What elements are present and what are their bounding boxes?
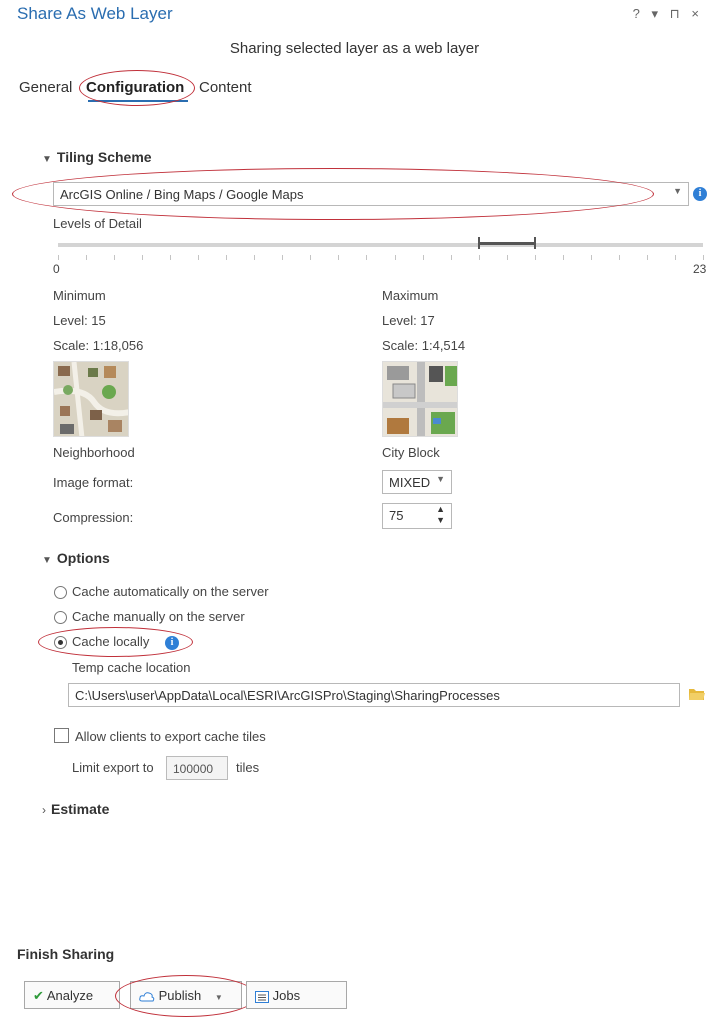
minimum-scale: Scale: 1:18,056 xyxy=(53,338,144,353)
options-label: Options xyxy=(56,550,110,566)
slider-tick xyxy=(310,255,312,260)
tiling-scheme-select[interactable]: ArcGIS Online / Bing Maps / Google Maps … xyxy=(53,182,689,206)
tiling-scheme-label: Tiling Scheme xyxy=(56,149,152,165)
list-icon xyxy=(255,988,273,1003)
slider-tick xyxy=(86,255,88,260)
lod-slider-max-handle[interactable] xyxy=(533,237,536,249)
slider-tick xyxy=(282,255,284,260)
slider-tick xyxy=(226,255,228,260)
info-icon[interactable]: i xyxy=(165,636,179,650)
jobs-label: Jobs xyxy=(272,988,301,1003)
slider-tick xyxy=(534,255,536,260)
finish-sharing-heading: Finish Sharing xyxy=(17,946,115,962)
window-title: Share As Web Layer xyxy=(17,4,173,23)
slider-tick xyxy=(590,255,592,260)
tab-configuration[interactable]: Configuration xyxy=(86,79,184,96)
maximum-header: Maximum xyxy=(382,288,439,303)
estimate-header[interactable]: › Estimate xyxy=(42,801,109,817)
slider-tick xyxy=(506,255,508,260)
maximum-level: Level: 17 xyxy=(382,313,435,328)
tiling-scheme-value: ArcGIS Online / Bing Maps / Google Maps xyxy=(60,187,304,202)
chevron-down-icon: ▼ xyxy=(42,154,52,165)
options-header[interactable]: ▼ Options xyxy=(42,550,110,566)
compression-label: Compression: xyxy=(53,510,134,525)
limit-export-input[interactable]: 100000 xyxy=(166,756,228,780)
chevron-down-icon: ▼ xyxy=(436,474,445,484)
slider-tick xyxy=(170,255,172,260)
slider-tick xyxy=(142,255,144,260)
slider-max-label: 23 xyxy=(693,262,707,276)
radio-cache-manual-label[interactable]: Cache manually on the server xyxy=(72,609,245,624)
chevron-right-icon: › xyxy=(42,803,46,817)
slider-tick xyxy=(422,255,424,260)
neighborhood-thumbnail xyxy=(53,361,129,437)
slider-tick xyxy=(366,255,368,260)
slider-tick xyxy=(58,255,59,260)
allow-export-checkbox[interactable] xyxy=(54,728,69,743)
levels-of-detail-label: Levels of Detail xyxy=(53,216,142,231)
lod-slider-track[interactable] xyxy=(58,243,703,247)
maximum-scale: Scale: 1:4,514 xyxy=(382,338,466,353)
image-format-select[interactable]: MIXED ▼ xyxy=(382,470,452,494)
slider-tick xyxy=(674,255,676,260)
radio-cache-locally-label[interactable]: Cache locally xyxy=(72,634,149,649)
city-block-thumbnail xyxy=(382,361,458,437)
analyze-label: Analyze xyxy=(46,988,94,1003)
slider-tick xyxy=(703,255,704,260)
info-icon[interactable]: i xyxy=(693,187,707,201)
slider-tick xyxy=(450,255,452,260)
slider-tick xyxy=(562,255,564,260)
image-format-label: Image format: xyxy=(53,475,134,490)
estimate-label: Estimate xyxy=(51,801,110,817)
tab-general[interactable]: General xyxy=(19,79,72,96)
slider-tick xyxy=(114,255,116,260)
page-subtitle: Sharing selected layer as a web layer xyxy=(229,40,480,57)
cloud-icon xyxy=(139,988,159,1003)
publish-button[interactable]: Publish ▼ xyxy=(130,981,242,1009)
tiling-scheme-header[interactable]: ▼ Tiling Scheme xyxy=(42,149,152,165)
chevron-down-icon: ▼ xyxy=(42,555,52,566)
image-format-value: MIXED xyxy=(389,475,431,490)
publish-label: Publish xyxy=(158,988,202,1003)
maximum-caption: City Block xyxy=(382,445,440,460)
compression-value: 75 xyxy=(389,508,404,523)
jobs-button[interactable]: Jobs xyxy=(246,981,347,1009)
limit-export-label: Limit export to xyxy=(72,760,154,775)
allow-export-label[interactable]: Allow clients to export cache tiles xyxy=(75,729,266,744)
temp-cache-path-input[interactable]: C:\Users\user\AppData\Local\ESRI\ArcGISP… xyxy=(68,683,680,707)
tab-content[interactable]: Content xyxy=(199,79,252,96)
window-controls[interactable]: ? ▾ ⊓ × xyxy=(633,6,703,22)
slider-tick xyxy=(254,255,256,260)
analyze-button[interactable]: ✔ Analyze xyxy=(24,981,120,1009)
slider-tick xyxy=(646,255,648,260)
temp-cache-path-value: C:\Users\user\AppData\Local\ESRI\ArcGISP… xyxy=(75,688,500,703)
folder-icon[interactable] xyxy=(688,686,706,705)
minimum-level: Level: 15 xyxy=(53,313,106,328)
lod-slider-range xyxy=(478,242,535,245)
slider-tick xyxy=(338,255,340,260)
limit-export-unit: tiles xyxy=(236,760,260,775)
spinner-arrows-icon[interactable]: ▲ ▼ xyxy=(436,504,445,526)
slider-tick xyxy=(394,255,396,260)
minimum-caption: Neighborhood xyxy=(53,445,135,460)
chevron-down-icon: ▼ xyxy=(673,186,682,196)
check-icon: ✔ xyxy=(33,988,44,1003)
minimum-header: Minimum xyxy=(53,288,106,303)
temp-cache-location-label: Temp cache location xyxy=(72,660,191,675)
dropdown-arrow-icon[interactable]: ▼ xyxy=(215,993,223,1002)
slider-tick xyxy=(478,255,480,260)
radio-cache-auto[interactable] xyxy=(54,586,67,599)
lod-slider-min-handle[interactable] xyxy=(477,237,480,249)
slider-tick xyxy=(198,255,200,260)
slider-tick xyxy=(618,255,620,260)
slider-min-label: 0 xyxy=(53,262,60,276)
active-tab-indicator xyxy=(88,100,188,102)
radio-cache-manual[interactable] xyxy=(54,611,67,624)
compression-stepper[interactable]: 75 ▲ ▼ xyxy=(382,503,452,529)
radio-cache-auto-label[interactable]: Cache automatically on the server xyxy=(72,584,269,599)
radio-cache-locally[interactable] xyxy=(54,636,67,649)
